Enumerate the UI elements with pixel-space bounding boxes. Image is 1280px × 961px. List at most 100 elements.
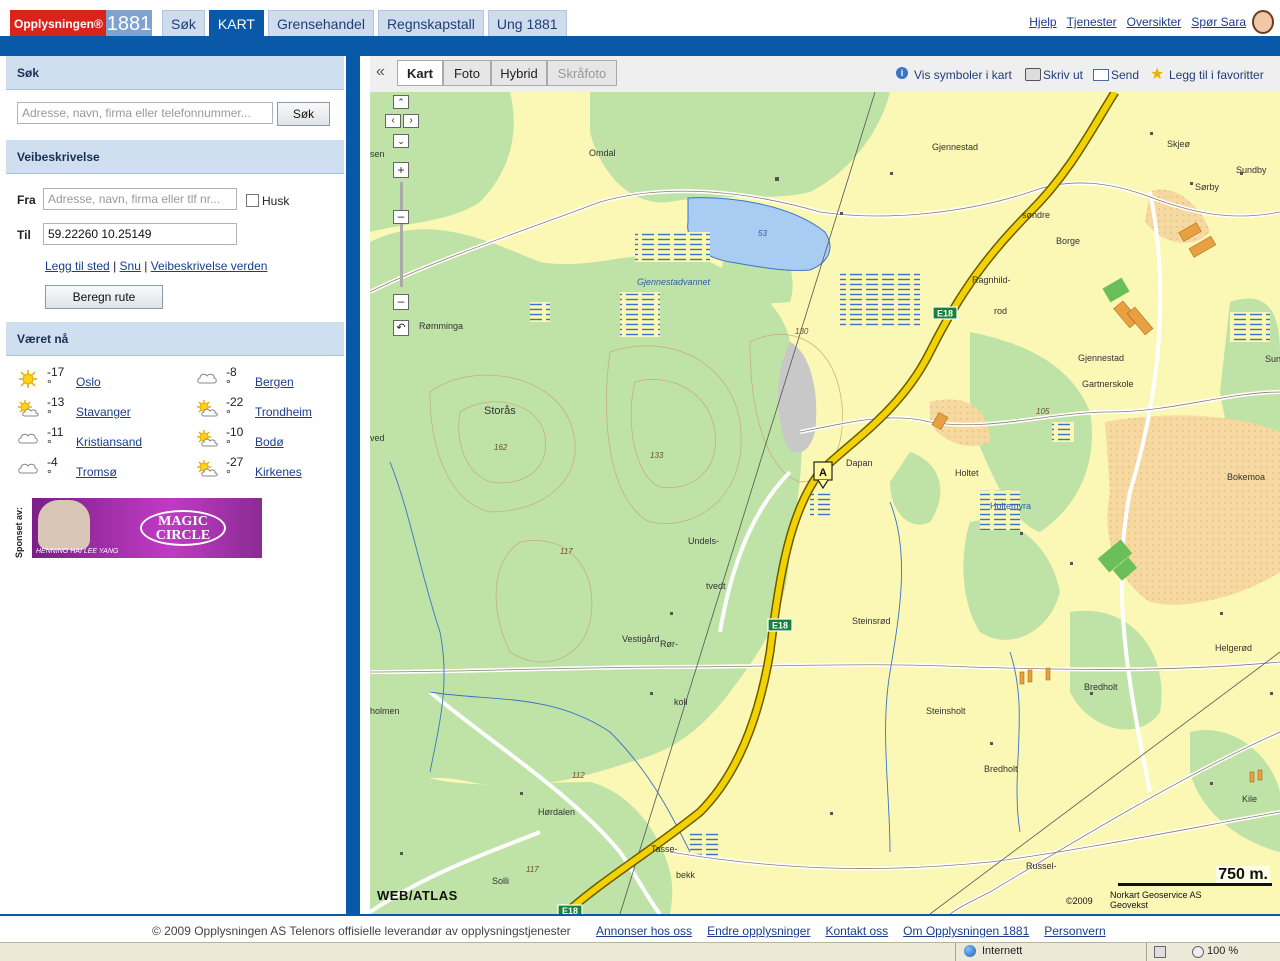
cloud-icon [17, 430, 38, 444]
envelope-icon [1093, 69, 1109, 81]
to-field[interactable] [43, 223, 237, 245]
place-label: Kile [1242, 794, 1257, 804]
attribution-line: Geovekst [1110, 900, 1149, 910]
weather-city-link[interactable]: Kirkenes [255, 465, 302, 479]
pan-up-button[interactable]: ⌃ [393, 95, 409, 109]
scale-label: 750 m. [1216, 866, 1270, 884]
from-label: Fra [17, 193, 36, 207]
remember-checkbox[interactable] [246, 194, 259, 207]
place-label: Gjennestad [1078, 353, 1124, 363]
browser-status-bar: Internett 100 % [0, 942, 1280, 961]
place-label: tvedt [706, 581, 726, 591]
place-label: Rømminga [419, 321, 463, 331]
show-symbols-link[interactable]: Vis symboler i kart [914, 68, 1012, 82]
sidebar: Søk Søk Veibeskrivelse Fra Husk Til Legg… [0, 56, 360, 914]
collapse-sidebar-icon[interactable]: « [376, 63, 385, 81]
pan-right-button[interactable]: › [403, 114, 419, 128]
map-canvas[interactable]: E18 E18 E18 Omdal Gjennestad Skjeø Sundb… [370, 92, 1280, 914]
weather-city-link[interactable]: Oslo [76, 375, 101, 389]
sponsor-caption: HENNING HAI LEE YANG [36, 548, 119, 555]
lake-name-label: Gjennestadvannet [637, 277, 711, 287]
send-link[interactable]: Send [1111, 68, 1139, 82]
place-label: Skjeø [1167, 139, 1191, 149]
about-link[interactable]: Om Opplysningen 1881 [903, 924, 1029, 938]
reverse-link[interactable]: Snu [120, 259, 141, 273]
zoom-level[interactable]: 100 % [1207, 945, 1238, 957]
sponsor-banner[interactable]: MAGIC CIRCLE HENNING HAI LEE YANG [32, 498, 262, 558]
tab-kart[interactable]: Kart [397, 60, 443, 86]
zoom-slider-track[interactable] [400, 182, 403, 287]
map-graphic: E18 E18 E18 Omdal Gjennestad Skjeø Sundb… [370, 92, 1280, 914]
privacy-link[interactable]: Personvern [1044, 924, 1105, 938]
svg-text:112: 112 [572, 771, 585, 780]
weather-city-link[interactable]: Tromsø [76, 465, 117, 479]
help-link[interactable]: Hjelp [1029, 15, 1056, 29]
weather-city-link[interactable]: Kristiansand [76, 435, 142, 449]
place-label: Helgerød [1215, 643, 1252, 653]
sara-avatar-icon[interactable] [1252, 10, 1274, 34]
reset-view-icon[interactable]: ↶ [393, 320, 409, 336]
add-place-link[interactable]: Legg til sted [45, 259, 110, 273]
services-link[interactable]: Tjenester [1067, 15, 1117, 29]
weather-city-link[interactable]: Trondheim [255, 405, 312, 419]
tab-regnskapstall[interactable]: Regnskapstall [377, 10, 484, 36]
info-icon: i [896, 67, 908, 79]
zoom-out-button[interactable]: – [393, 294, 409, 310]
map-attribution: Norkart Geoservice AS Geovekst [1110, 890, 1202, 910]
svg-text:Sponset av:: Sponset av: [14, 507, 24, 558]
search-button[interactable]: Søk [277, 102, 330, 126]
weather-heading: Været nå [6, 322, 344, 356]
tab-sok[interactable]: Søk [162, 10, 205, 36]
cloud-icon [17, 460, 38, 474]
place-label: koll [674, 697, 688, 707]
tab-hybrid[interactable]: Hybrid [491, 60, 547, 86]
tab-grensehandel[interactable]: Grensehandel [267, 10, 374, 36]
weather-city-link[interactable]: Bergen [255, 375, 294, 389]
svg-text:53: 53 [758, 229, 767, 238]
place-label: Sundby [1236, 165, 1267, 175]
place-label: rod [994, 306, 1007, 316]
pan-left-button[interactable]: ‹ [385, 114, 401, 128]
sponsor-photo [38, 500, 90, 550]
remember-label: Husk [262, 194, 290, 208]
temperature: -22 ° [226, 395, 244, 421]
protected-mode-icon[interactable] [1154, 946, 1166, 958]
zoom-level-icon[interactable] [1192, 946, 1204, 958]
tab-foto[interactable]: Foto [443, 60, 491, 86]
place-label: Hørdalen [538, 807, 575, 817]
temperature: -17 ° [47, 365, 65, 391]
place-label: Dapan [846, 458, 873, 468]
weather-city-link[interactable]: Stavanger [76, 405, 131, 419]
logo-text: Opplysningen® [10, 10, 106, 38]
weather-city-link[interactable]: Bodø [255, 435, 284, 449]
tab-kart[interactable]: KART [208, 10, 264, 36]
scale-bar: 750 m. [1118, 866, 1272, 886]
world-route-link[interactable]: Veibeskrivelse verden [151, 259, 268, 273]
tab-ung-1881[interactable]: Ung 1881 [487, 10, 567, 36]
main-tabs: Søk KART Grensehandel Regnskapstall Ung … [162, 10, 567, 36]
add-favorites-link[interactable]: Legg til i favoritter [1169, 68, 1264, 82]
print-link[interactable]: Skriv ut [1043, 68, 1083, 82]
pan-down-button[interactable]: ⌄ [393, 134, 409, 148]
contact-link[interactable]: Kontakt oss [825, 924, 888, 938]
tab-skrafoto[interactable]: Skråfoto [547, 60, 617, 86]
separator: | [144, 259, 148, 273]
from-field[interactable] [43, 188, 237, 210]
zoom-in-button[interactable]: + [393, 162, 409, 178]
place-label: Bredholt [1084, 682, 1118, 692]
zoom-slider-handle[interactable]: – [393, 210, 409, 224]
svg-text:117: 117 [526, 865, 539, 874]
sun-cloud-icon [196, 430, 218, 447]
place-label: Gjennestad [932, 142, 978, 152]
logo-number: 1881 [106, 10, 152, 38]
place-label: Bokemoa [1227, 472, 1265, 482]
calculate-route-button[interactable]: Beregn rute [45, 285, 163, 309]
overviews-link[interactable]: Oversikter [1127, 15, 1182, 29]
search-input[interactable] [17, 102, 273, 124]
advertise-link[interactable]: Annonser hos oss [596, 924, 692, 938]
header: Opplysningen® 1881 Søk KART Grensehandel… [0, 0, 1280, 38]
search-heading: Søk [6, 56, 344, 90]
svg-text:E18: E18 [937, 309, 953, 319]
ask-sara-link[interactable]: Spør Sara [1191, 15, 1246, 29]
edit-info-link[interactable]: Endre opplysninger [707, 924, 810, 938]
